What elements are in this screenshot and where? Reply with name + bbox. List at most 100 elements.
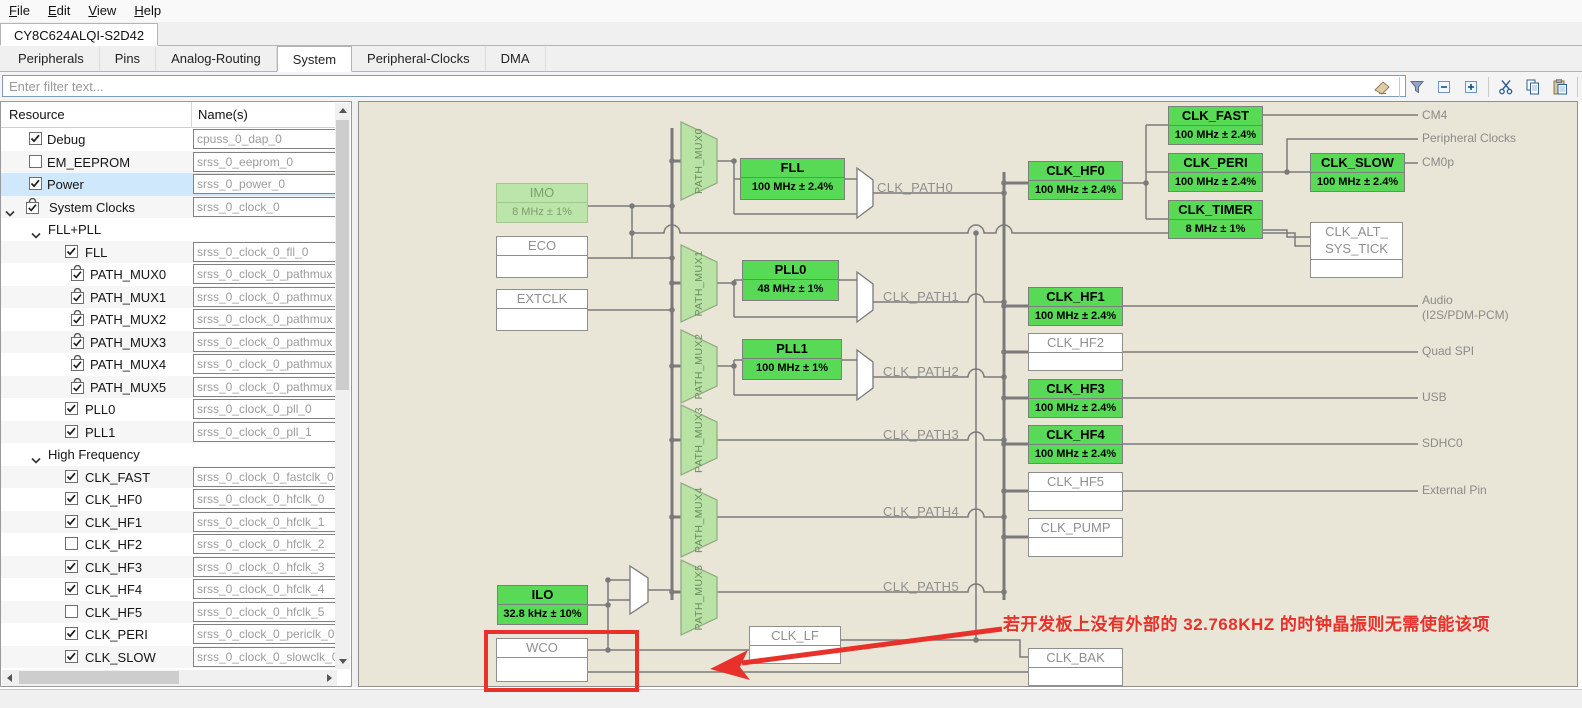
tab-dma[interactable]: DMA <box>486 47 546 71</box>
expander-chevron-icon[interactable] <box>5 204 15 211</box>
expander-chevron-icon[interactable] <box>31 226 41 233</box>
tree-row-path-mux2[interactable]: PATH_MUX2srss_0_clock_0_pathmux <box>1 308 335 331</box>
tree-row-system-clocks[interactable]: System Clockssrss_0_clock_0 <box>1 196 335 219</box>
resource-name-input[interactable]: srss_0_clock_0_pathmux <box>193 332 338 352</box>
tree-row-pll0[interactable]: PLL0srss_0_clock_0_pll_0 <box>1 398 335 421</box>
block-clk-hf3[interactable]: CLK_HF3100 MHz ± 2.4% <box>1028 379 1123 418</box>
cut-scissors-icon[interactable] <box>1496 78 1516 96</box>
resource-name-input[interactable]: srss_0_clock_0 <box>193 197 338 217</box>
menu-item-help[interactable]: Help <box>125 0 170 22</box>
scroll-up-button[interactable] <box>335 103 350 118</box>
tab-system[interactable]: System <box>277 46 352 72</box>
expand-all-icon[interactable] <box>1461 78 1481 96</box>
tree-row-clk-peri[interactable]: CLK_PERIsrss_0_clock_0_periclk_0 <box>1 623 335 646</box>
debug-checkbox[interactable] <box>29 132 43 148</box>
path-mux3-locked-checkbox-icon[interactable] <box>71 333 85 349</box>
tab-peripherals[interactable]: Peripherals <box>3 47 100 71</box>
tree-row-power[interactable]: Powersrss_0_power_0 <box>1 173 335 196</box>
tab-peripheral-clocks[interactable]: Peripheral-Clocks <box>352 47 486 71</box>
clk-slow-checkbox[interactable] <box>65 650 79 666</box>
path-mux1-locked-checkbox-icon[interactable] <box>71 288 85 304</box>
tree-row-clk-hf5[interactable]: CLK_HF5srss_0_clock_0_hfclk_5 <box>1 601 335 624</box>
tree-row-clk-hf3[interactable]: CLK_HF3srss_0_clock_0_hfclk_3 <box>1 556 335 579</box>
tree-row-clk-hf4[interactable]: CLK_HF4srss_0_clock_0_hfclk_4 <box>1 578 335 601</box>
block-extclk[interactable]: EXTCLK <box>496 289 588 331</box>
resource-name-input[interactable]: srss_0_clock_0_hfclk_4 <box>193 579 338 599</box>
eraser-clear-filter-icon[interactable] <box>1372 78 1392 96</box>
tree-row-clk-hf2[interactable]: CLK_HF2srss_0_clock_0_hfclk_2 <box>1 533 335 556</box>
clk-hf4-checkbox[interactable] <box>65 582 79 598</box>
block-eco[interactable]: ECO <box>496 236 588 278</box>
path-mux0-locked-checkbox-icon[interactable] <box>71 265 85 281</box>
resource-name-input[interactable]: srss_0_clock_0_periclk_0 <box>193 624 338 644</box>
resource-name-input[interactable]: srss_0_clock_0_pll_1 <box>193 422 338 442</box>
tree-row-clk-slow[interactable]: CLK_SLOWsrss_0_clock_0_slowclk_0 <box>1 646 335 669</box>
block-clk-bak[interactable]: CLK_BAK <box>1028 648 1123 686</box>
block-clk-timer[interactable]: CLK_TIMER8 MHz ± 1% <box>1168 200 1263 239</box>
filter-input[interactable] <box>2 75 1406 97</box>
tree-row-fll-pll[interactable]: FLL+PLL <box>1 218 335 241</box>
column-header-resource[interactable]: Resource <box>9 107 65 122</box>
scroll-right-button[interactable] <box>322 670 337 685</box>
tree-row-debug[interactable]: Debugcpuss_0_dap_0 <box>1 128 335 151</box>
block-clk-hf5[interactable]: CLK_HF5 <box>1028 472 1123 511</box>
paste-icon[interactable] <box>1550 78 1570 96</box>
resource-name-input[interactable]: srss_0_clock_0_hfclk_0 <box>193 489 338 509</box>
tree-row-path-mux1[interactable]: PATH_MUX1srss_0_clock_0_pathmux <box>1 286 335 309</box>
tree-row-fll[interactable]: FLLsrss_0_clock_0_fll_0 <box>1 241 335 264</box>
menu-item-view[interactable]: View <box>79 0 125 22</box>
block-fll[interactable]: FLL100 MHz ± 2.4% <box>740 158 845 200</box>
resource-name-input[interactable]: srss_0_clock_0_pathmux <box>193 354 338 374</box>
block-clk-pump[interactable]: CLK_PUMP <box>1028 518 1123 557</box>
power-checkbox[interactable] <box>29 177 43 193</box>
em-eeprom-checkbox[interactable] <box>29 155 43 171</box>
scroll-left-button[interactable] <box>2 670 17 685</box>
block-pll0[interactable]: PLL048 MHz ± 1% <box>742 260 839 301</box>
tree-row-path-mux5[interactable]: PATH_MUX5srss_0_clock_0_pathmux <box>1 376 335 399</box>
copy-icon[interactable] <box>1523 78 1543 96</box>
scroll-down-button[interactable] <box>335 654 350 669</box>
block-clk-hf1[interactable]: CLK_HF1100 MHz ± 2.4% <box>1028 287 1123 326</box>
resource-name-input[interactable]: srss_0_clock_0_pathmux <box>193 377 338 397</box>
pll1-checkbox[interactable] <box>65 425 79 441</box>
resource-name-input[interactable]: srss_0_power_0 <box>193 174 338 194</box>
tree-row-clk-hf1[interactable]: CLK_HF1srss_0_clock_0_hfclk_1 <box>1 511 335 534</box>
tree-row-path-mux4[interactable]: PATH_MUX4srss_0_clock_0_pathmux <box>1 353 335 376</box>
tree-row-path-mux0[interactable]: PATH_MUX0srss_0_clock_0_pathmux <box>1 263 335 286</box>
fll-checkbox[interactable] <box>65 245 79 261</box>
scroll-thumb[interactable] <box>336 120 349 390</box>
tree-row-em-eeprom[interactable]: EM_EEPROMsrss_0_eeprom_0 <box>1 151 335 174</box>
menu-item-file[interactable]: File <box>0 0 39 22</box>
resource-name-input[interactable]: srss_0_clock_0_hfclk_1 <box>193 512 338 532</box>
resource-name-input[interactable]: srss_0_clock_0_pathmux <box>193 264 338 284</box>
resource-name-input[interactable]: srss_0_clock_0_pathmux <box>193 287 338 307</box>
collapse-all-icon[interactable] <box>1434 78 1454 96</box>
block-clk-peri[interactable]: CLK_PERI100 MHz ± 2.4% <box>1168 153 1263 192</box>
path-mux2-locked-checkbox-icon[interactable] <box>71 310 85 326</box>
clk-hf5-checkbox[interactable] <box>65 605 79 621</box>
resource-name-input[interactable]: srss_0_clock_0_hfclk_2 <box>193 534 338 554</box>
resource-name-input[interactable]: srss_0_clock_0_fll_0 <box>193 242 338 262</box>
clk-hf3-checkbox[interactable] <box>65 560 79 576</box>
tree-row-clk-hf0[interactable]: CLK_HF0srss_0_clock_0_hfclk_0 <box>1 488 335 511</box>
resource-name-input[interactable]: srss_0_clock_0_fastclk_0 <box>193 467 338 487</box>
block-clk-lf[interactable]: CLK_LF <box>749 626 841 664</box>
menu-item-edit[interactable]: Edit <box>39 0 79 22</box>
pll0-checkbox[interactable] <box>65 402 79 418</box>
block-clk-hf0[interactable]: CLK_HF0100 MHz ± 2.4% <box>1028 161 1123 200</box>
column-header-names[interactable]: Name(s) <box>198 107 248 122</box>
resource-name-input[interactable]: srss_0_clock_0_slowclk_0 <box>193 647 338 667</box>
system-clocks-locked-checkbox-icon[interactable] <box>26 198 40 214</box>
resource-name-input[interactable]: srss_0_clock_0_pll_0 <box>193 399 338 419</box>
block-ilo[interactable]: ILO32.8 kHz ± 10% <box>497 585 588 625</box>
tree-row-path-mux3[interactable]: PATH_MUX3srss_0_clock_0_pathmux <box>1 331 335 354</box>
path-mux5-locked-checkbox-icon[interactable] <box>71 378 85 394</box>
tab-pins[interactable]: Pins <box>100 47 156 71</box>
clk-hf1-checkbox[interactable] <box>65 515 79 531</box>
tree-row-pll1[interactable]: PLL1srss_0_clock_0_pll_1 <box>1 421 335 444</box>
clk-hf0-checkbox[interactable] <box>65 492 79 508</box>
block-clk-alt-sys-tick[interactable]: CLK_ALT_ SYS_TICK <box>1310 222 1403 278</box>
tab-analog-routing[interactable]: Analog-Routing <box>156 47 277 71</box>
resource-name-input[interactable]: srss_0_clock_0_hfclk_5 <box>193 602 338 622</box>
resource-name-input[interactable]: srss_0_clock_0_hfclk_3 <box>193 557 338 577</box>
